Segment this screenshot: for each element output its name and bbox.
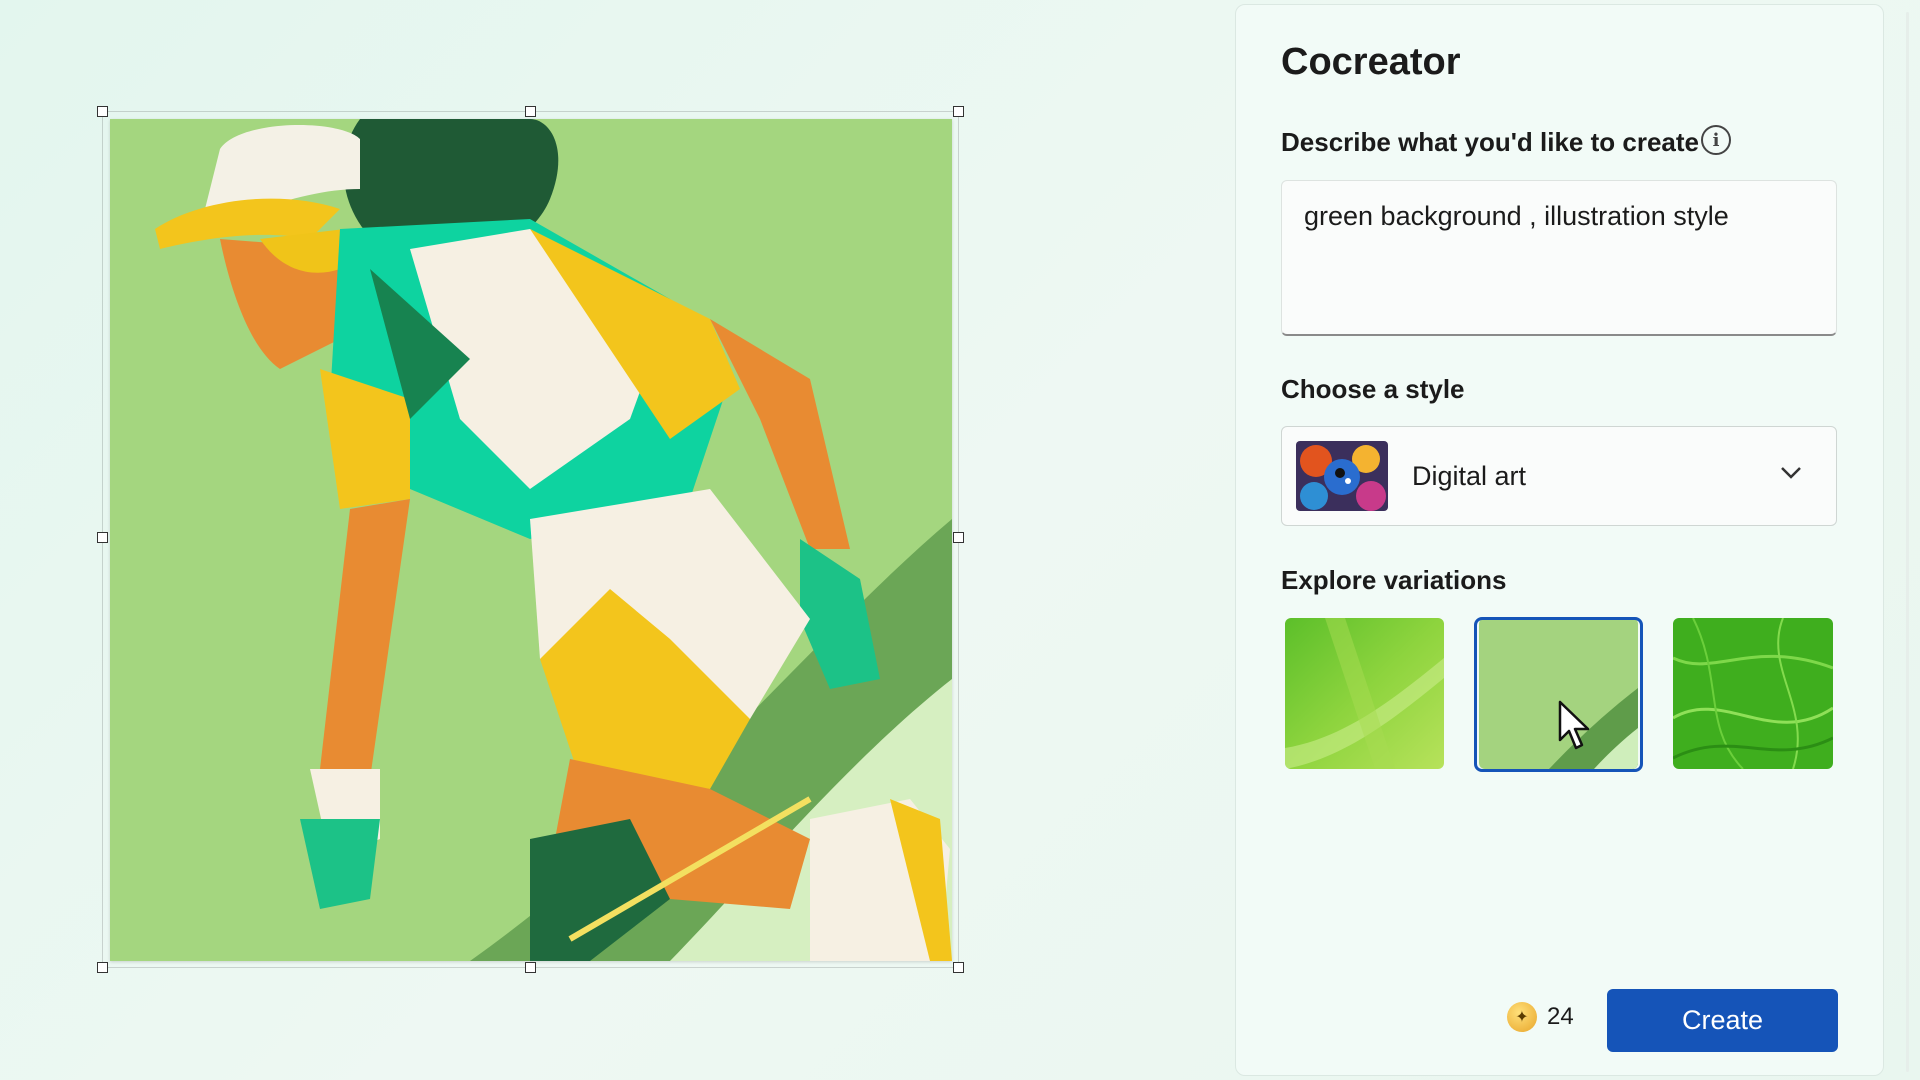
resize-handle-top-center[interactable]: [525, 106, 536, 117]
mouse-cursor-icon: [1558, 700, 1590, 750]
generated-artwork[interactable]: [110, 119, 952, 961]
variation-3[interactable]: [1673, 618, 1833, 769]
style-thumbnail: [1296, 441, 1388, 511]
canvas-area: [0, 0, 1230, 1080]
variations-label: Explore variations: [1281, 565, 1507, 595]
style-dropdown[interactable]: Digital art: [1281, 426, 1837, 526]
resize-handle-top-right[interactable]: [953, 106, 964, 117]
artwork-illustration: [110, 119, 952, 961]
variation-1[interactable]: [1285, 618, 1444, 769]
resize-handle-middle-right[interactable]: [953, 532, 964, 543]
resize-handle-middle-left[interactable]: [97, 532, 108, 543]
resize-handle-bottom-right[interactable]: [953, 962, 964, 973]
cocreator-panel: Cocreator Describe what you'd like to cr…: [1235, 4, 1884, 1076]
chevron-down-icon: [1781, 467, 1801, 479]
describe-label: Describe what you'd like to create: [1281, 127, 1699, 157]
prompt-input[interactable]: green background , illustration style: [1281, 180, 1837, 336]
scrollbar[interactable]: [1906, 12, 1909, 1072]
resize-handle-bottom-left[interactable]: [97, 962, 108, 973]
create-button[interactable]: Create: [1607, 989, 1838, 1052]
panel-title: Cocreator: [1281, 41, 1461, 83]
resize-handle-bottom-center[interactable]: [525, 962, 536, 973]
style-label: Choose a style: [1281, 374, 1465, 404]
resize-handle-top-left[interactable]: [97, 106, 108, 117]
prompt-text[interactable]: green background , illustration style: [1304, 201, 1814, 232]
style-selected-value: Digital art: [1412, 461, 1527, 491]
info-icon[interactable]: i: [1701, 125, 1731, 155]
